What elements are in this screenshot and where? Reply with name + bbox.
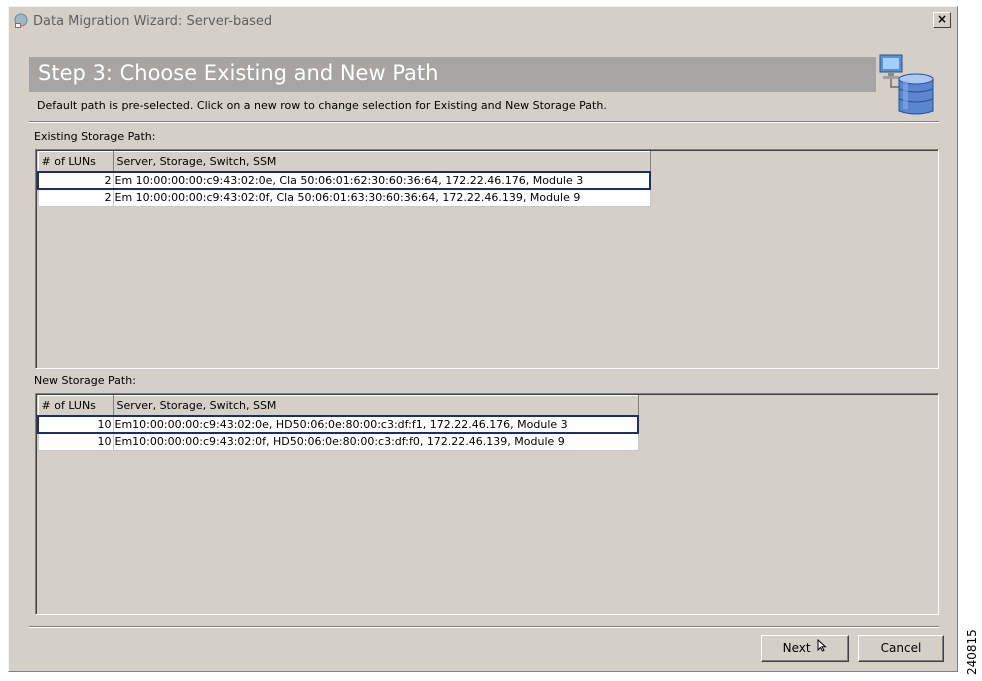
table-header-row: # of LUNs Server, Storage, Switch, SSM [37,395,639,417]
path-cell[interactable]: Em 10:00:00:00:c9:43:02:0f, Cla 50:06:01… [112,188,651,207]
column-header-luns[interactable]: # of LUNs [37,151,114,173]
luns-cell[interactable]: 10 [37,415,114,434]
step-banner: Step 3: Choose Existing and New Path [29,57,876,92]
path-cell[interactable]: Em 10:00:00:00:c9:43:02:0e, Cla 50:06:01… [112,171,651,190]
next-button[interactable]: Next [761,635,849,662]
footer-divider [29,626,939,628]
new-path-label: New Storage Path: [34,374,136,387]
path-cell[interactable]: Em10:00:00:00:c9:43:02:0e, HD50:06:0e:80… [112,415,639,434]
cursor-arrow-icon [817,636,828,661]
existing-path-table: # of LUNs Server, Storage, Switch, SSM 2… [37,151,651,207]
existing-path-table-panel[interactable]: # of LUNs Server, Storage, Switch, SSM 2… [35,149,939,369]
existing-path-label: Existing Storage Path: [34,130,156,143]
java-app-icon [13,13,29,29]
figure-number-text: 240815 [965,629,979,675]
step-description: Default path is pre-selected. Click on a… [37,99,607,112]
wizard-window: Data Migration Wizard: Server-based × St… [8,6,958,672]
figure-number: 240815 [965,629,979,675]
step-title: Step 3: Choose Existing and New Path [38,61,439,85]
column-header-path[interactable]: Server, Storage, Switch, SSM [112,151,651,173]
table-header-row: # of LUNs Server, Storage, Switch, SSM [37,151,651,173]
window-title: Data Migration Wizard: Server-based [33,14,273,29]
title-bar[interactable]: Data Migration Wizard: Server-based × [9,7,957,35]
close-button[interactable]: × [933,12,951,28]
table-row[interactable]: 10 Em10:00:00:00:c9:43:02:0f, HD50:06:0e… [37,432,639,451]
close-icon: × [936,12,948,26]
luns-cell[interactable]: 2 [37,171,114,190]
next-button-label: Next [782,641,811,655]
new-path-table-panel[interactable]: # of LUNs Server, Storage, Switch, SSM 1… [35,393,939,615]
new-path-table: # of LUNs Server, Storage, Switch, SSM 1… [37,395,639,451]
cancel-button[interactable]: Cancel [858,635,944,662]
computer-database-icon [877,53,937,115]
path-cell[interactable]: Em10:00:00:00:c9:43:02:0f, HD50:06:0e:80… [112,432,639,451]
column-header-path[interactable]: Server, Storage, Switch, SSM [112,395,639,417]
table-row[interactable]: 2 Em 10:00:00:00:c9:43:02:0f, Cla 50:06:… [37,188,651,207]
column-header-luns[interactable]: # of LUNs [37,395,114,417]
table-row[interactable]: 10 Em10:00:00:00:c9:43:02:0e, HD50:06:0e… [37,415,639,434]
luns-cell[interactable]: 2 [37,188,114,207]
table-row[interactable]: 2 Em 10:00:00:00:c9:43:02:0e, Cla 50:06:… [37,171,651,190]
cancel-button-label: Cancel [880,641,922,655]
luns-cell[interactable]: 10 [37,432,114,451]
header-divider [29,121,939,123]
